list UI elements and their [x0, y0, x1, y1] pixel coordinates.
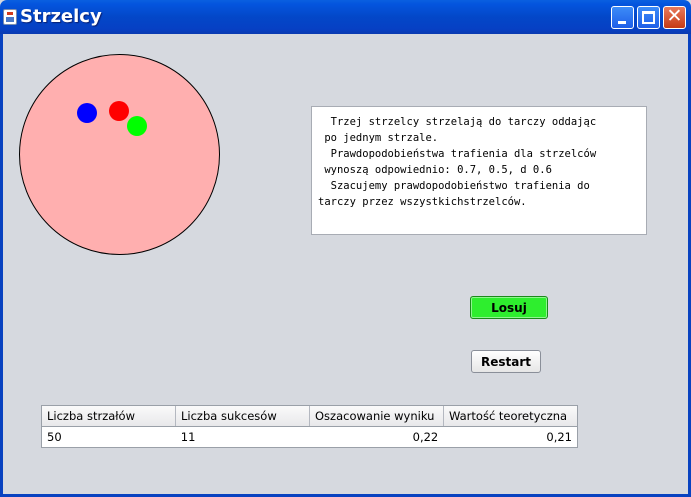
close-icon: ✕: [666, 5, 683, 27]
column-header-theoretical[interactable]: Wartość teoretyczna: [444, 406, 577, 426]
table-row[interactable]: 50 11 0,22 0,21: [42, 427, 577, 447]
column-header-estimate[interactable]: Oszacowanie wyniku: [310, 406, 444, 426]
losuj-button[interactable]: Losuj: [470, 296, 548, 319]
maximize-icon: [642, 11, 655, 24]
minimize-icon: [618, 21, 626, 24]
cell-estimate[interactable]: 0,22: [310, 427, 444, 447]
hit-marker-red: [109, 101, 129, 121]
maximize-button[interactable]: [637, 6, 660, 29]
results-table: Liczba strzałów Liczba sukcesów Oszacowa…: [41, 405, 578, 448]
minimize-button[interactable]: [611, 6, 634, 29]
window-title: Strzelcy: [20, 6, 102, 27]
cell-theoretical[interactable]: 0,21: [443, 427, 577, 447]
hit-marker-blue: [77, 103, 97, 123]
restart-button[interactable]: Restart: [471, 350, 541, 373]
close-button[interactable]: ✕: [663, 5, 686, 29]
column-header-shots[interactable]: Liczba strzałów: [42, 406, 176, 426]
problem-description: Trzej strzelcy strzelają do tarczy oddaj…: [311, 106, 647, 235]
cell-successes[interactable]: 11: [176, 427, 310, 447]
cell-shots[interactable]: 50: [42, 427, 176, 447]
table-header: Liczba strzałów Liczba sukcesów Oszacowa…: [42, 406, 577, 427]
java-app-icon[interactable]: [3, 9, 17, 25]
hit-marker-green: [127, 116, 147, 136]
column-header-successes[interactable]: Liczba sukcesów: [176, 406, 310, 426]
target-board: [19, 54, 220, 255]
title-bar[interactable]: Strzelcy ✕: [0, 0, 691, 34]
